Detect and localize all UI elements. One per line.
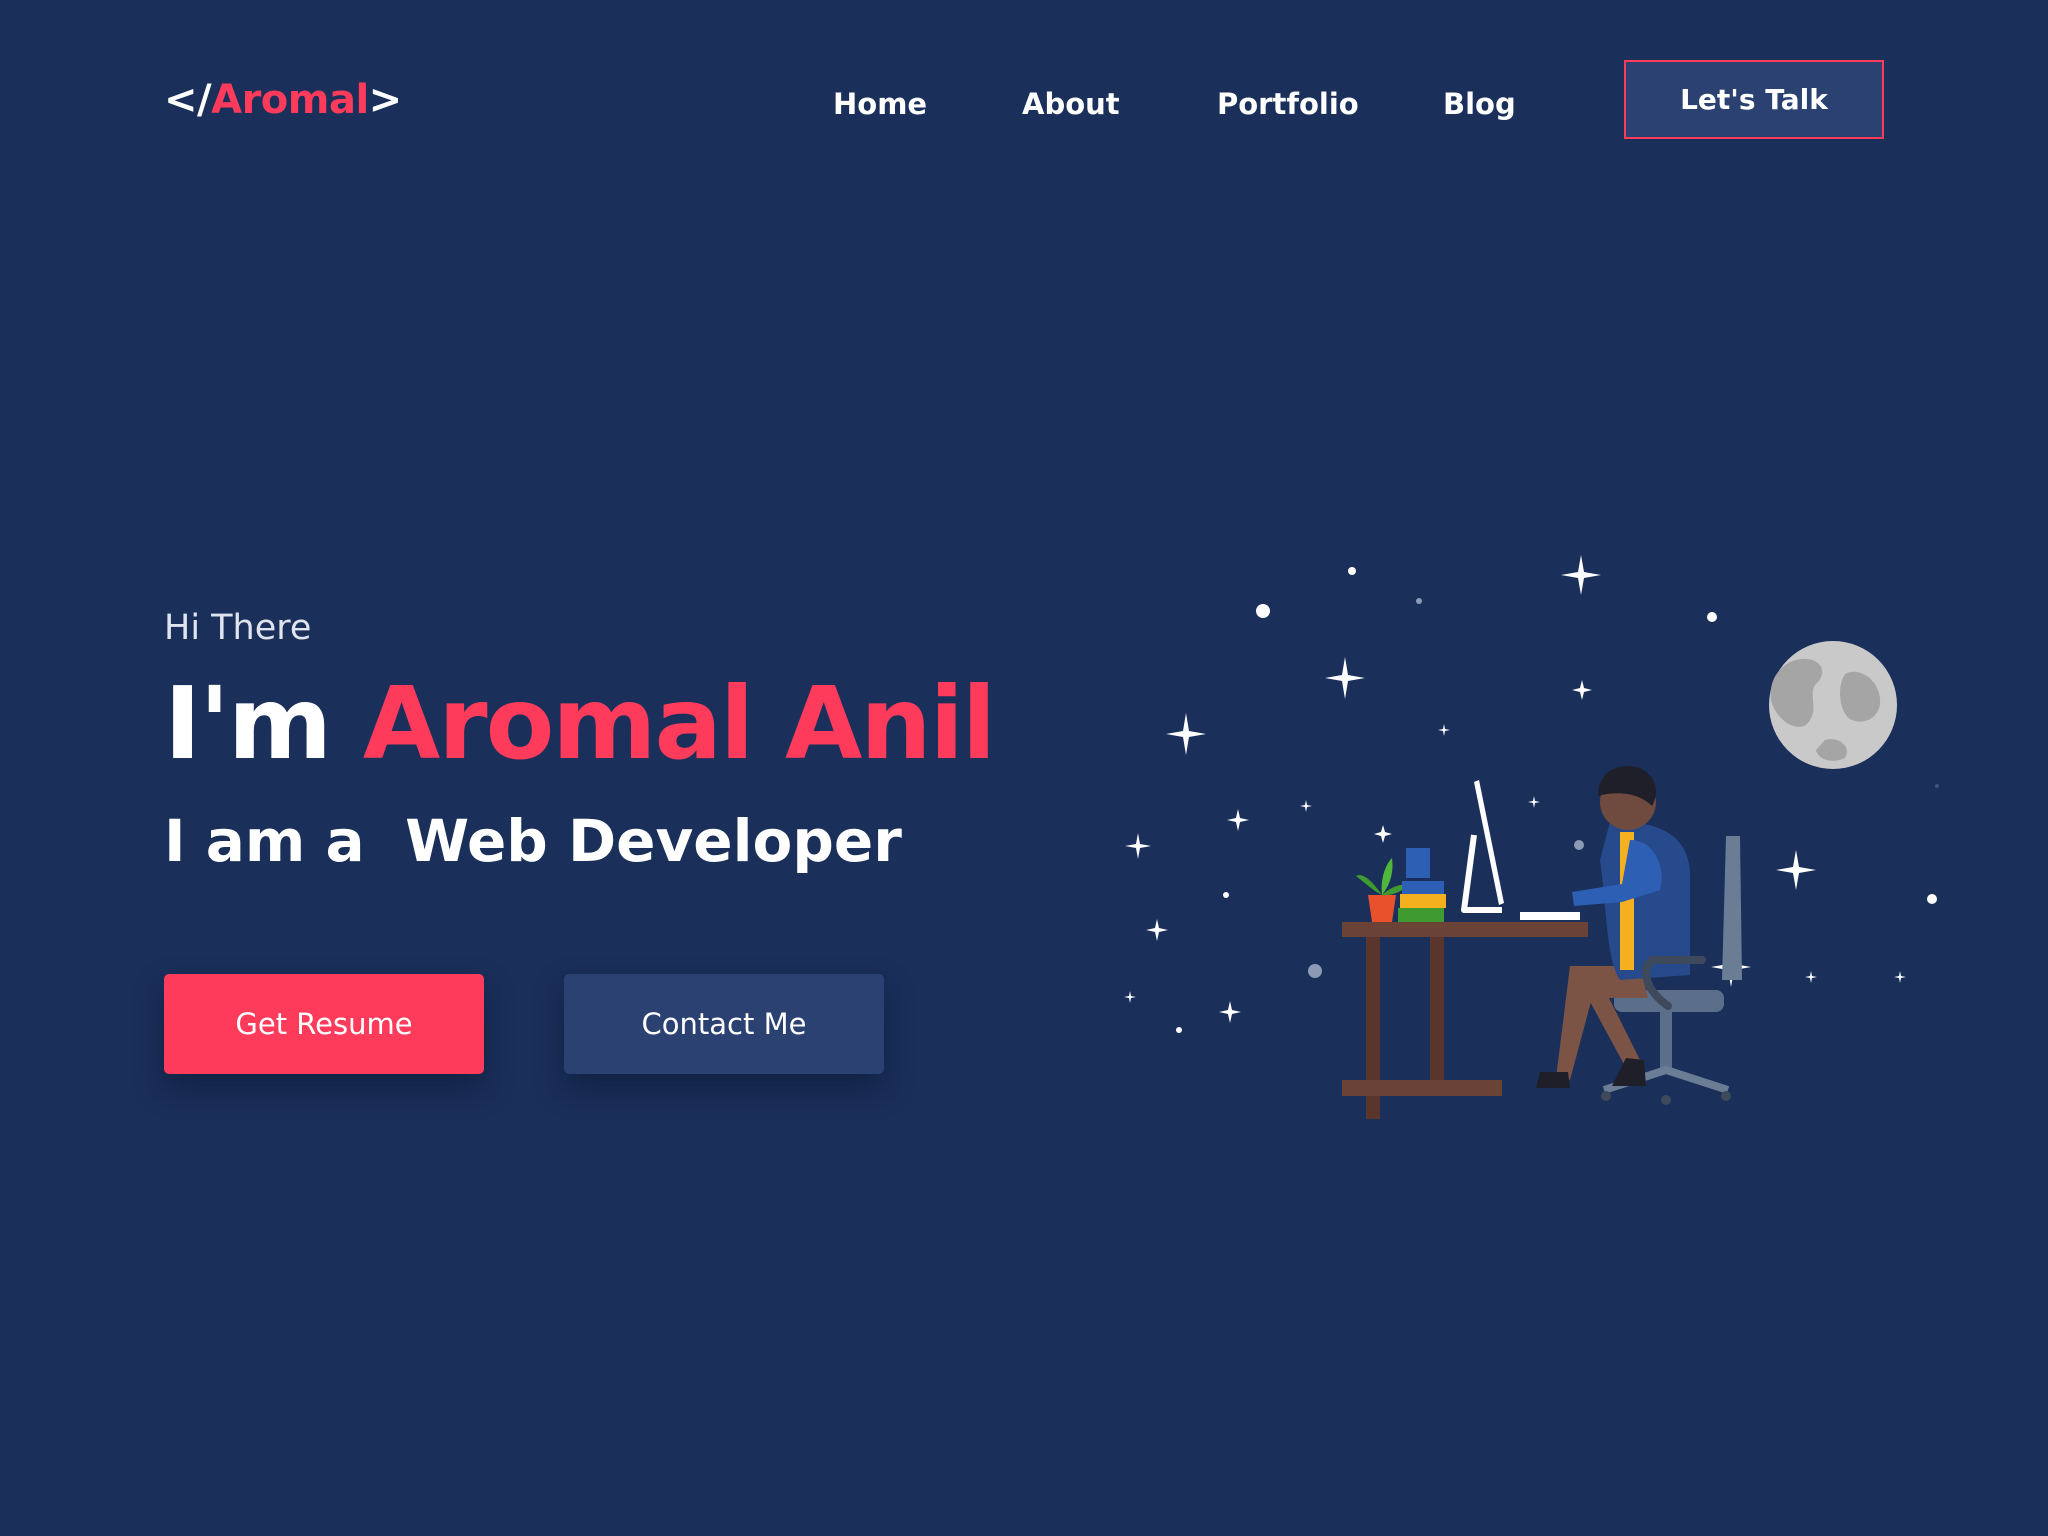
moon-icon [1769, 641, 1897, 769]
nav-blog-link[interactable]: Blog [1443, 84, 1516, 124]
hero-role: I am a Web Developer [164, 807, 902, 875]
hero-headline: I'm Aromal Anil [164, 665, 996, 783]
contact-me-button[interactable]: Contact Me [564, 974, 884, 1074]
logo[interactable]: </Aromal> [164, 74, 402, 126]
nav-portfolio-link[interactable]: Portfolio [1217, 84, 1359, 124]
lets-talk-button[interactable]: Let's Talk [1624, 60, 1884, 139]
hero-name: Aromal Anil [362, 665, 996, 782]
star-dots [1176, 567, 1939, 1033]
developer-at-desk [1342, 766, 1742, 1119]
hero-greeting: Hi There [164, 608, 312, 648]
logo-name: Aromal [211, 77, 369, 123]
nav-home-link[interactable]: Home [833, 84, 927, 124]
logo-prefix: </ [164, 77, 212, 123]
nav-about-link[interactable]: About [1022, 84, 1120, 124]
headline-prefix: I'm [164, 665, 332, 782]
hero-illustration [1124, 555, 1939, 1119]
star-icon [1124, 555, 1906, 1023]
get-resume-button[interactable]: Get Resume [164, 974, 484, 1074]
logo-suffix: > [368, 77, 403, 123]
